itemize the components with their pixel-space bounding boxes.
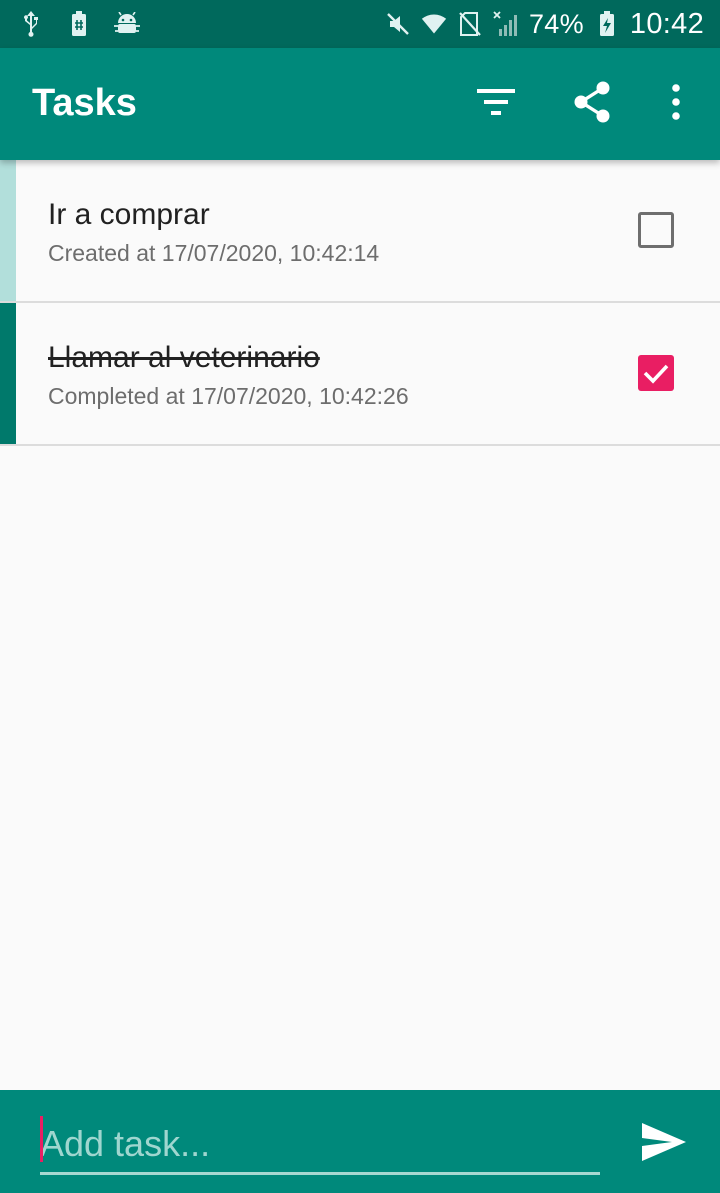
share-button[interactable] [564, 76, 620, 132]
task-subtitle: Completed at 17/07/2020, 10:42:26 [48, 383, 409, 409]
status-bar-left [18, 11, 140, 37]
signal-icon [493, 11, 519, 37]
filter-button[interactable] [468, 76, 524, 132]
task-subtitle: Created at 17/07/2020, 10:42:14 [48, 240, 380, 266]
checkmark-icon [638, 355, 674, 391]
task-checkbox[interactable] [638, 355, 674, 391]
add-task-input[interactable] [40, 1116, 600, 1172]
task-title: Llamar al veterinario [48, 341, 320, 374]
more-options-button[interactable] [648, 76, 704, 132]
page-title: Tasks [32, 82, 137, 124]
task-row[interactable]: Llamar al veterinario Completed at 17/07… [0, 303, 720, 446]
task-checkbox[interactable] [638, 212, 674, 248]
no-sim-icon [457, 11, 483, 37]
battery-charging-icon [594, 11, 620, 37]
mute-icon [385, 11, 411, 37]
add-task-field-wrapper [40, 1116, 600, 1175]
filter-icon [477, 88, 515, 121]
app-bar: Tasks [0, 48, 720, 160]
android-debug-icon [114, 11, 140, 37]
battery-percent: 74% [528, 8, 584, 39]
task-row[interactable]: Ir a comprar Created at 17/07/2020, 10:4… [0, 160, 720, 303]
text-cursor [40, 1116, 43, 1162]
status-bar: 74% 10:42 [0, 0, 720, 48]
send-icon [642, 1122, 686, 1166]
usb-icon [18, 11, 44, 37]
clock: 10:42 [629, 7, 704, 40]
add-task-bar [0, 1090, 720, 1193]
battery-saver-icon [66, 11, 92, 37]
task-title: Ir a comprar [48, 198, 210, 231]
task-list: Ir a comprar Created at 17/07/2020, 10:4… [0, 160, 720, 446]
status-bar-right: 74% 10:42 [385, 8, 704, 41]
wifi-icon [421, 11, 447, 37]
task-status-strip [0, 160, 16, 301]
share-icon [572, 80, 612, 129]
more-vert-icon [671, 83, 681, 125]
task-status-strip [0, 303, 16, 444]
send-button[interactable] [636, 1116, 692, 1172]
